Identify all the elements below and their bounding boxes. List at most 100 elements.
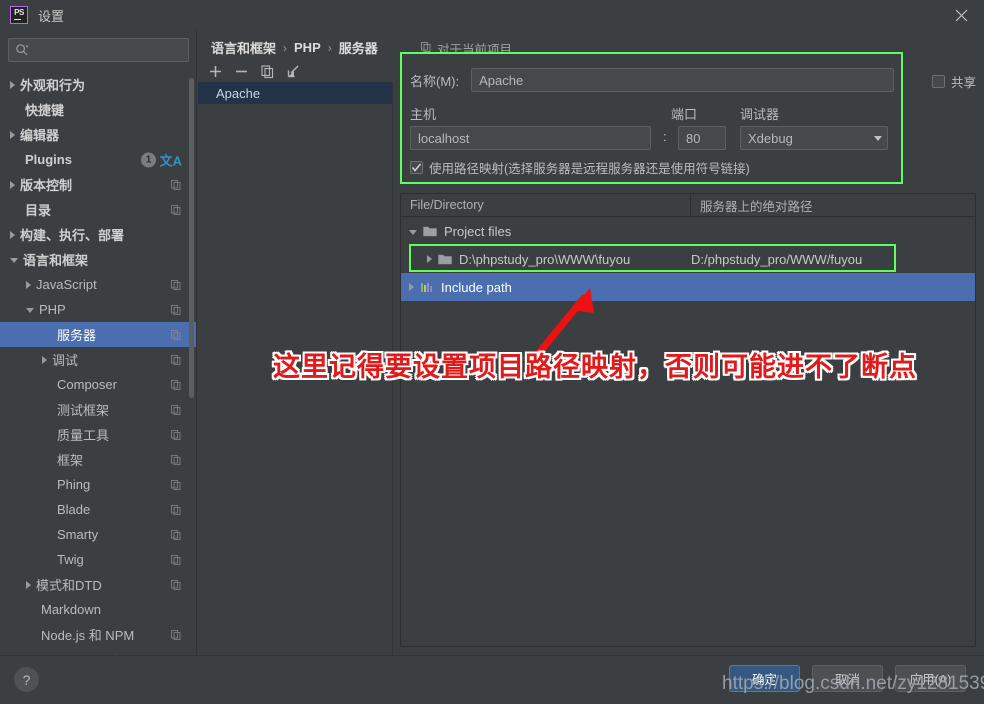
- sidebar-item-label: 模式和DTD: [36, 578, 102, 593]
- import-server-button[interactable]: [282, 60, 304, 82]
- sidebar-item-8[interactable]: JavaScript: [0, 272, 196, 297]
- copy-icon[interactable]: [170, 204, 182, 216]
- breadcrumb-part-0[interactable]: 语言和框架: [211, 38, 276, 57]
- copy-icon[interactable]: [170, 354, 182, 366]
- chevron-right-icon[interactable]: [26, 280, 31, 289]
- close-icon[interactable]: [938, 0, 984, 30]
- copy-icon[interactable]: [170, 554, 182, 566]
- sidebar-item-11[interactable]: 调试: [0, 347, 196, 372]
- host-port-separator: :: [663, 129, 667, 144]
- sidebar-item-22[interactable]: Node.js 和 NPM: [0, 622, 196, 647]
- chevron-right-icon[interactable]: [42, 355, 47, 364]
- sidebar-item-0[interactable]: 外观和行为: [0, 72, 196, 97]
- use-path-mappings-checkbox[interactable]: 使用路径映射(选择服务器是远程服务器还是使用符号链接): [410, 158, 750, 177]
- copy-icon[interactable]: [170, 304, 182, 316]
- use-path-mappings-label: 使用路径映射(选择服务器是远程服务器还是使用符号链接): [429, 162, 750, 176]
- copy-icon[interactable]: [170, 179, 182, 191]
- settings-dialog: PS 设置 外观和行为快捷键编辑器 Plugins 1 文A 版本控制 目录 构建、执行、部…: [0, 0, 984, 704]
- chevron-right-icon[interactable]: [10, 230, 15, 239]
- copy-server-button[interactable]: [256, 60, 278, 82]
- copy-icon[interactable]: [170, 379, 182, 391]
- copy-icon[interactable]: [170, 329, 182, 341]
- sidebar-item-14[interactable]: 质量工具: [0, 422, 196, 447]
- sidebar-item-15[interactable]: 框架: [0, 447, 196, 472]
- chevron-right-icon[interactable]: [10, 180, 15, 189]
- copy-icon[interactable]: [170, 629, 182, 641]
- host-input[interactable]: localhost: [410, 126, 651, 150]
- sidebar-item-7[interactable]: 语言和框架: [0, 247, 196, 272]
- debugger-select[interactable]: Xdebug: [740, 126, 888, 150]
- copy-icon[interactable]: [170, 279, 182, 291]
- phpstorm-logo-icon: PS: [10, 6, 28, 24]
- sidebar-item-label: 测试框架: [57, 403, 110, 418]
- sidebar-item-5[interactable]: 目录: [0, 197, 196, 222]
- copy-icon[interactable]: [170, 504, 182, 516]
- sidebar-item-label: PHP: [39, 302, 66, 317]
- sidebar-item-23[interactable]: ReStructuredText: [0, 647, 196, 655]
- sidebar-item-17[interactable]: Blade: [0, 497, 196, 522]
- chevron-down-icon[interactable]: [26, 308, 34, 313]
- cell-file-directory: D:\phpstudy_pro\WWW\fuyou: [401, 252, 691, 267]
- breadcrumb-separator: ›: [327, 40, 332, 55]
- sidebar-item-label: Composer: [57, 377, 117, 392]
- chevron-right-icon[interactable]: [409, 283, 414, 291]
- copy-icon[interactable]: [170, 479, 182, 491]
- sidebar-item-19[interactable]: Twig: [0, 547, 196, 572]
- name-input[interactable]: Apache: [471, 68, 895, 92]
- breadcrumb-part-2[interactable]: 服务器: [339, 38, 378, 57]
- remove-server-button[interactable]: [230, 60, 252, 82]
- sidebar-item-1[interactable]: 快捷键: [0, 97, 196, 122]
- sidebar-item-label: JavaScript: [36, 277, 97, 292]
- chevron-right-icon[interactable]: [10, 130, 15, 139]
- sidebar-item-9[interactable]: PHP: [0, 297, 196, 322]
- table-row[interactable]: Project files: [401, 217, 975, 245]
- sidebar-item-21[interactable]: Markdown: [0, 597, 196, 622]
- debugger-label: 调试器: [740, 107, 780, 122]
- sidebar-item-12[interactable]: Composer: [0, 372, 196, 397]
- copy-icon[interactable]: [170, 404, 182, 416]
- share-checkbox[interactable]: 共享: [931, 72, 976, 91]
- copy-icon[interactable]: [170, 529, 182, 541]
- chevron-down-icon: [874, 135, 882, 141]
- sidebar-item-label: Blade: [57, 502, 91, 517]
- debugger-select-value: Xdebug: [748, 130, 793, 146]
- copy-icon[interactable]: [170, 579, 182, 591]
- chevron-right-icon[interactable]: [427, 255, 432, 263]
- sidebar-item-label: 外观和行为: [20, 78, 86, 93]
- sidebar-item-16[interactable]: Phing: [0, 472, 196, 497]
- translate-icon[interactable]: 文A: [160, 150, 182, 169]
- search-input[interactable]: [8, 38, 189, 62]
- sidebar-item-18[interactable]: Smarty: [0, 522, 196, 547]
- folder-icon: [423, 225, 437, 237]
- sidebar-item-13[interactable]: 测试框架: [0, 397, 196, 422]
- table-row[interactable]: D:\phpstudy_pro\WWW\fuyou D:/phpstudy_pro…: [401, 245, 975, 273]
- copy-icon[interactable]: [170, 429, 182, 441]
- sidebar-item-2[interactable]: 编辑器: [0, 122, 196, 147]
- chevron-right-icon[interactable]: [26, 580, 31, 589]
- column-header-file-directory: File/Directory: [401, 194, 691, 216]
- chevron-down-icon[interactable]: [10, 258, 18, 263]
- sidebar-item-4[interactable]: 版本控制: [0, 172, 196, 197]
- chevron-down-icon[interactable]: [409, 229, 417, 235]
- checkbox-box: [410, 161, 423, 174]
- settings-tree[interactable]: 外观和行为快捷键编辑器 Plugins 1 文A 版本控制 目录 构建、执行、部署 语言和框架…: [0, 72, 196, 655]
- chevron-right-icon[interactable]: [10, 80, 15, 89]
- help-button[interactable]: ?: [14, 667, 39, 692]
- server-list-item-apache[interactable]: Apache: [198, 82, 392, 104]
- sidebar-item-20[interactable]: 模式和DTD: [0, 572, 196, 597]
- sidebar-item-label: Plugins: [25, 152, 72, 167]
- sidebar-scrollbar[interactable]: [189, 78, 194, 398]
- copy-icon[interactable]: [170, 454, 182, 466]
- port-input[interactable]: 80: [678, 126, 726, 150]
- sidebar-item-label: 快捷键: [25, 103, 65, 118]
- title-bar: PS 设置: [0, 0, 984, 30]
- add-server-button[interactable]: [204, 60, 226, 82]
- breadcrumb-part-1[interactable]: PHP: [294, 40, 321, 55]
- sidebar-item-10[interactable]: 服务器: [0, 322, 196, 347]
- sidebar-item-3[interactable]: Plugins 1 文A: [0, 147, 196, 172]
- table-row[interactable]: Include path: [401, 273, 975, 301]
- table-body[interactable]: Project files D:\phpstudy_pro\WWW\fuyou D:…: [401, 217, 975, 301]
- sidebar-item-6[interactable]: 构建、执行、部署: [0, 222, 196, 247]
- cell-file-directory: Project files: [401, 224, 691, 239]
- sidebar-item-label: Smarty: [57, 527, 99, 542]
